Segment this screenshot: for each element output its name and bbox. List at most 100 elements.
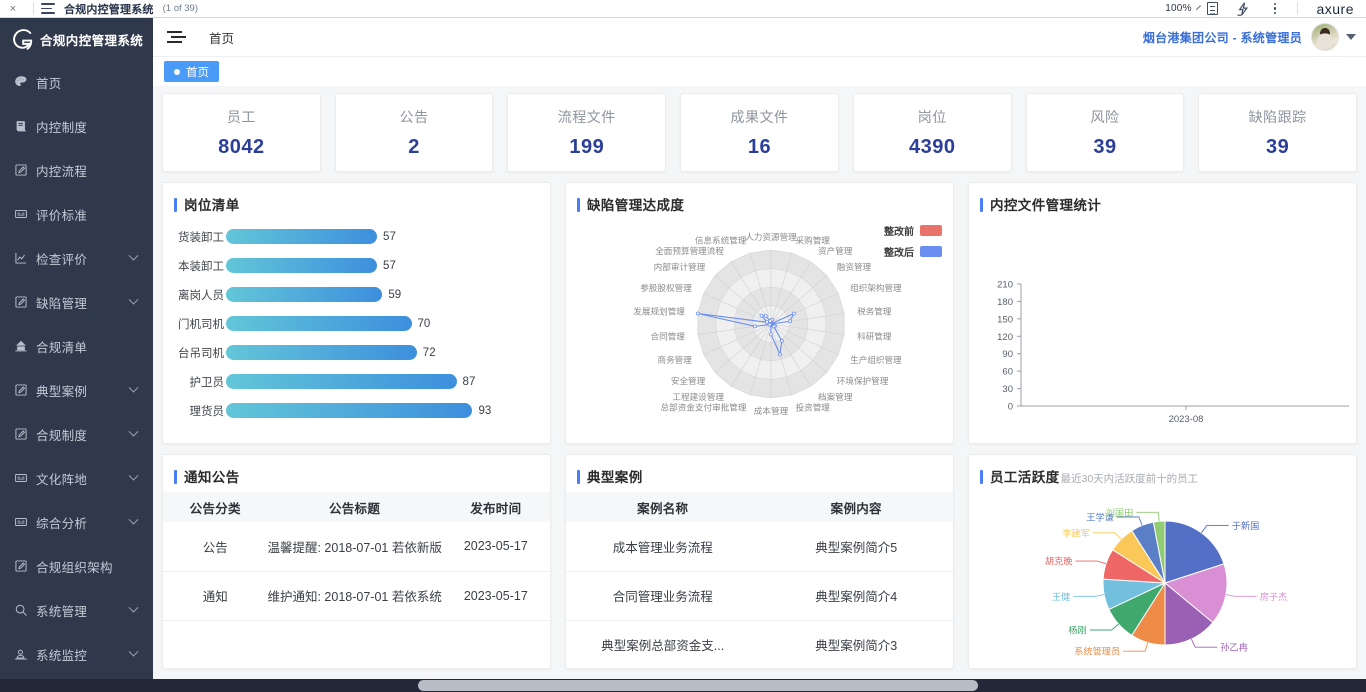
sidebar-item-7[interactable]: 典型案例 (0, 368, 153, 412)
interactions-icon[interactable] (1228, 1, 1259, 16)
cases-cell-1: 典型案例简介3 (759, 620, 953, 668)
more-options-icon[interactable] (1259, 3, 1290, 14)
notes-panel-icon[interactable] (1197, 2, 1228, 15)
brand-logo-icon (11, 28, 33, 50)
radar-point (767, 322, 772, 327)
bar-row: 门机司机 70 (168, 309, 536, 338)
sidebar-item-12[interactable]: 系统管理 (0, 588, 153, 632)
sidebar-logo[interactable]: 合规内控管理系统 (0, 18, 153, 60)
sidebar-item-4[interactable]: 检查评价 (0, 236, 153, 280)
stat-card-0[interactable]: 员工 8042 (162, 93, 321, 172)
monitor-user-icon (14, 647, 36, 661)
table-row[interactable]: 合同管理业务流程 典型案例简介4 (566, 571, 953, 621)
user-area[interactable]: 烟台港集团公司 - 系统管理员 (1143, 23, 1366, 51)
bar-category-label: 离岗人员 (178, 289, 224, 302)
stat-card-4[interactable]: 岗位 4390 (852, 93, 1012, 172)
sidebar-item-label: 首页 (36, 76, 62, 91)
sidebar-item-10[interactable]: 综合分析 (0, 500, 153, 544)
stat-card-3[interactable]: 成果文件 16 (680, 93, 839, 172)
radar-axis-label: 工程建设管理 (672, 391, 724, 402)
bar-track: 57 (226, 229, 536, 244)
notices-scroll[interactable]: 公告分类 公告标题 发布时间 公告 温馨提醒: 2018-07-01 若依新版... 2… (163, 492, 550, 668)
table-row[interactable]: 公告 温馨提醒: 2018-07-01 若依新版... 2023-05-17 (163, 522, 550, 572)
notices-table-head: 公告分类 公告标题 发布时间 (163, 492, 550, 522)
sidebar-item-label: 合规组织架构 (36, 560, 113, 575)
stat-card-1[interactable]: 公告 2 (334, 93, 494, 172)
bar-fill[interactable] (226, 345, 417, 360)
pie-leader-line (1190, 638, 1218, 648)
pie-leader-line (1075, 560, 1107, 565)
bar-value-label: 72 (422, 346, 436, 359)
prototype-title: 合规内控管理系统 (64, 3, 154, 16)
stat-card-6[interactable]: 缺陷跟踪 39 (1198, 93, 1358, 172)
stat-card-row: 员工 8042 公告 2 流程文件 199 成果文件 16 岗位 4390 风险 39 缺陷跟踪 39 (162, 93, 1358, 172)
stat-card-5[interactable]: 风险 39 (1025, 93, 1185, 172)
title-accent-bar (980, 198, 983, 212)
sidebar-item-3[interactable]: 评价标准 (0, 192, 153, 236)
bar-track: 70 (226, 316, 536, 331)
hamburger-icon[interactable] (41, 3, 55, 14)
pie-leader-line (1089, 623, 1119, 631)
pie-slice-label: 刘国田 (1106, 507, 1134, 518)
sidebar-item-13[interactable]: 系统监控 (0, 632, 153, 676)
archive-icon (14, 339, 36, 353)
sidebar-item-1[interactable]: 内控制度 (0, 104, 153, 148)
pie-leader-line (1123, 642, 1149, 652)
bar-fill[interactable] (226, 229, 378, 244)
pie-slice-label: 孙乙冉 (1220, 642, 1248, 653)
sidebar-item-label: 合规制度 (36, 428, 88, 443)
horizontal-scrollbar[interactable] (418, 680, 978, 691)
collapse-menu-icon[interactable] (167, 31, 186, 43)
toolbar-divider-2 (1297, 2, 1299, 15)
cases-cell-0: 典型案例总部资金支... (566, 620, 760, 668)
chevron-down-icon[interactable] (1346, 34, 1356, 40)
cases-table-head: 案例名称 案例内容 (566, 492, 953, 522)
tab-home[interactable]: 首页 (164, 61, 219, 82)
axure-toolbar: × 合规内控管理系统 (1 of 39) 100% axure (0, 0, 1366, 18)
panel-title-positions: 岗位清单 (163, 183, 550, 214)
cases-scroll[interactable]: 案例名称 案例内容 成本管理业务流程 典型案例简介5 合同管理业务流程 典型案例简介4 典… (566, 492, 953, 668)
y-axis-tick-label: 60 (1002, 367, 1013, 378)
bar-fill[interactable] (226, 316, 412, 331)
radar-point (765, 320, 769, 325)
cases-cell-0: 合同管理业务流程 (566, 571, 760, 621)
y-axis-tick-label: 120 (997, 332, 1013, 343)
radar-axis-label: 成本管理 (754, 405, 789, 416)
table-row[interactable]: 通知 维护通知: 2018-07-01 若依系统... 2023-05-17 (163, 571, 550, 621)
sidebar-item-11[interactable]: 合规组织架构 (0, 544, 153, 588)
bar-fill[interactable] (226, 287, 383, 302)
sidebar-item-9[interactable]: 文化阵地 (0, 456, 153, 500)
close-button[interactable]: × (0, 3, 26, 15)
dashboard-content: 员工 8042 公告 2 流程文件 199 成果文件 16 岗位 4390 风险 39 缺陷跟踪 39 岗… (153, 86, 1366, 692)
legend-item-0[interactable]: 整改前 (884, 223, 942, 238)
table-row[interactable]: 典型案例总部资金支... 典型案例简介3 (566, 620, 953, 668)
user-name: 烟台港集团公司 - 系统管理员 (1142, 30, 1302, 45)
table-row[interactable]: 成本管理业务流程 典型案例简介5 (566, 522, 953, 572)
sidebar-item-label: 内控制度 (36, 120, 88, 135)
stat-value: 199 (569, 135, 605, 158)
cases-col-header-1: 案例内容 (759, 492, 953, 522)
bar-fill[interactable] (226, 374, 457, 389)
stat-card-2[interactable]: 流程文件 199 (507, 93, 667, 172)
radar-axis-label: 全面预算管理流程 (655, 245, 724, 256)
chevron-down-icon (128, 646, 139, 657)
legend-item-1[interactable]: 整改后 (884, 244, 942, 259)
search-icon (14, 603, 36, 617)
bar-fill[interactable] (226, 403, 473, 418)
bar-fill[interactable] (226, 258, 378, 273)
sidebar-item-2[interactable]: 内控流程 (0, 148, 153, 192)
sidebar-item-label: 缺陷管理 (36, 296, 88, 311)
zoom-control[interactable]: 100% (1165, 3, 1201, 14)
sidebar-item-8[interactable]: 合规制度 (0, 412, 153, 456)
avatar[interactable] (1311, 23, 1339, 51)
sidebar-item-5[interactable]: 缺陷管理 (0, 280, 153, 324)
sidebar-item-0[interactable]: 首页 (0, 60, 153, 104)
bar-track: 72 (226, 345, 536, 360)
bar-row: 离岗人员 59 (168, 280, 536, 309)
sidebar-item-6[interactable]: 合规清单 (0, 324, 153, 368)
bar-track: 93 (226, 403, 536, 418)
title-accent-bar (174, 198, 177, 212)
stat-value: 8042 (218, 135, 265, 158)
sidebar-nav: 首页内控制度内控流程 评价标准 检查评价缺陷管理合规清单 典型案例合规制度文化阵地 综合… (0, 60, 153, 676)
id-card-icon (14, 471, 36, 485)
